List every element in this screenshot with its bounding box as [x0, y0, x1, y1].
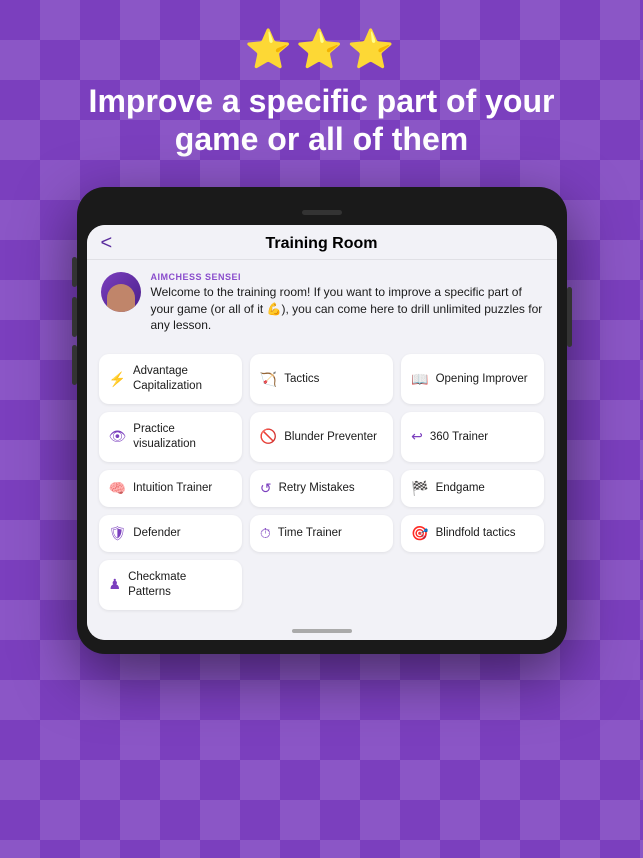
endgame-icon: 🏁 — [411, 480, 428, 497]
visualization-label: Practice visualization — [133, 422, 232, 452]
360-icon: ↩ — [411, 428, 423, 445]
training-item-opening[interactable]: 📖 Opening Improver — [401, 354, 544, 404]
training-item-time[interactable]: ⏱ Time Trainer — [250, 515, 393, 552]
volume-up-button — [72, 257, 77, 287]
training-item-checkmate[interactable]: ♟ Checkmate Patterns — [99, 560, 242, 610]
home-indicator — [87, 622, 557, 640]
volume-down-button — [72, 297, 77, 337]
tactics-icon: 🏹 — [260, 371, 277, 388]
sensei-message: Welcome to the training room! If you wan… — [151, 284, 543, 334]
silent-button — [72, 345, 77, 385]
sensei-section: AIMCHESS SENSEI Welcome to the training … — [87, 260, 557, 346]
nav-bar: < Training Room — [87, 225, 557, 260]
camera-notch — [302, 210, 342, 215]
intuition-label: Intuition Trainer — [133, 481, 212, 496]
360-label: 360 Trainer — [430, 430, 488, 445]
sensei-label: AIMCHESS SENSEI — [151, 272, 543, 282]
intuition-icon: 🧠 — [109, 480, 126, 497]
training-grid: ⚡ Advantage Capitalization 🏹 Tactics 📖 O… — [87, 346, 557, 622]
training-item-retry[interactable]: ↺ Retry Mistakes — [250, 470, 393, 507]
sensei-content: AIMCHESS SENSEI Welcome to the training … — [151, 272, 543, 334]
content-wrapper: ⭐⭐⭐ Improve a specific part of your game… — [0, 0, 643, 858]
training-item-tactics[interactable]: 🏹 Tactics — [250, 354, 393, 404]
training-item-endgame[interactable]: 🏁 Endgame — [401, 470, 544, 507]
tablet-screen: < Training Room AIMCHESS SENSEI Welcome … — [87, 225, 557, 640]
home-pill — [292, 629, 352, 633]
defender-label: Defender — [133, 526, 180, 541]
blindfold-icon: 🎯 — [411, 525, 428, 542]
training-item-advantage[interactable]: ⚡ Advantage Capitalization — [99, 354, 242, 404]
tablet-device: < Training Room AIMCHESS SENSEI Welcome … — [77, 187, 567, 654]
checkmate-label: Checkmate Patterns — [128, 570, 232, 600]
retry-label: Retry Mistakes — [279, 481, 355, 496]
nav-title: Training Room — [266, 235, 378, 253]
time-icon: ⏱ — [260, 525, 271, 542]
blunder-label: Blunder Preventer — [284, 430, 377, 445]
time-label: Time Trainer — [278, 526, 342, 541]
advantage-icon: ⚡ — [109, 371, 126, 388]
headline-text: Improve a specific part of your game or … — [22, 82, 622, 159]
training-item-blunder[interactable]: 🚫 Blunder Preventer — [250, 412, 393, 462]
training-item-blindfold[interactable]: 🎯 Blindfold tactics — [401, 515, 544, 552]
training-item-visualization[interactable]: 👁 Practice visualization — [99, 412, 242, 462]
opening-icon: 📖 — [411, 371, 428, 388]
avatar — [101, 272, 141, 312]
visualization-icon: 👁 — [109, 428, 127, 445]
training-item-intuition[interactable]: 🧠 Intuition Trainer — [99, 470, 242, 507]
blunder-icon: 🚫 — [260, 428, 277, 445]
training-item-defender[interactable]: 🛡 Defender — [99, 515, 242, 552]
defender-icon: 🛡 — [109, 525, 127, 542]
advantage-label: Advantage Capitalization — [133, 364, 232, 394]
power-button — [567, 287, 572, 347]
retry-icon: ↺ — [260, 480, 272, 497]
checkmate-icon: ♟ — [109, 576, 122, 593]
endgame-label: Endgame — [436, 481, 485, 496]
app-screen: < Training Room AIMCHESS SENSEI Welcome … — [87, 225, 557, 640]
avatar-figure — [107, 284, 135, 312]
stars-display: ⭐⭐⭐ — [245, 28, 399, 72]
opening-label: Opening Improver — [436, 372, 528, 387]
tactics-label: Tactics — [284, 372, 319, 387]
tablet-top-bar — [87, 201, 557, 225]
blindfold-label: Blindfold tactics — [436, 526, 516, 541]
back-button[interactable]: < — [101, 232, 113, 255]
training-item-360[interactable]: ↩ 360 Trainer — [401, 412, 544, 462]
